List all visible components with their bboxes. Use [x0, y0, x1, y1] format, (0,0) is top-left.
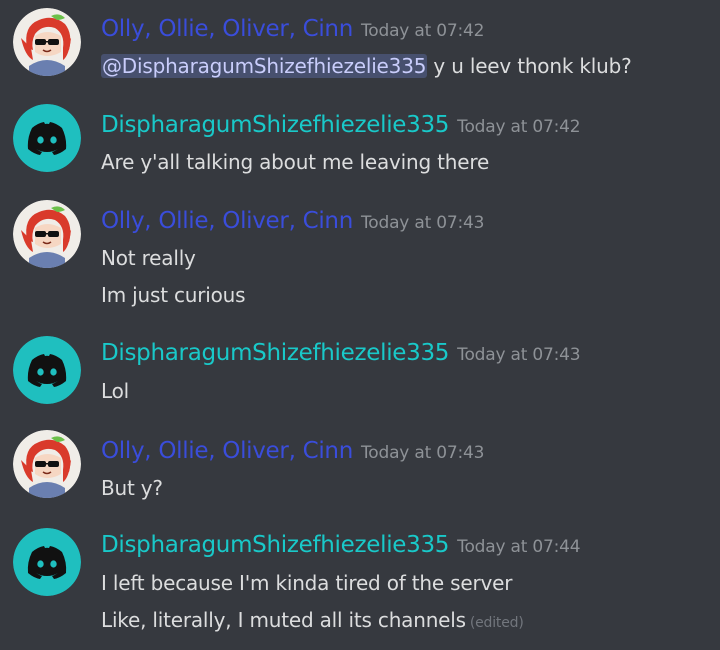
user-avatar[interactable]: [13, 104, 81, 172]
message-text: Not really: [101, 246, 196, 270]
discord-logo-avatar-icon: [13, 104, 81, 172]
message-timestamp[interactable]: Today at 07:42: [457, 117, 580, 137]
author-name[interactable]: Olly, Ollie, Oliver, Cinn: [101, 208, 353, 234]
message-header: DispharagumShizefhiezelie335 Today at 07:…: [101, 338, 581, 368]
message-timestamp[interactable]: Today at 07:42: [361, 21, 484, 41]
user-avatar[interactable]: [13, 430, 81, 498]
message-text: I left because I'm kinda tired of the se…: [101, 571, 513, 595]
message-header: Olly, Ollie, Oliver, Cinn Today at 07:43: [101, 436, 484, 466]
author-name[interactable]: DispharagumShizefhiezelie335: [101, 112, 449, 138]
discord-logo-avatar-icon: [13, 336, 81, 404]
discord-logo-avatar-icon: [13, 528, 81, 596]
message-text: @DispharagumShizefhiezelie335 y u leev t…: [101, 52, 632, 80]
message-header: Olly, Ollie, Oliver, Cinn Today at 07:43: [101, 206, 484, 236]
chat-message-list: Olly, Ollie, Oliver, Cinn Today at 07:42 …: [0, 0, 720, 650]
author-name[interactable]: Olly, Ollie, Oliver, Cinn: [101, 16, 353, 42]
user-mention[interactable]: @DispharagumShizefhiezelie335: [101, 54, 428, 78]
message-header: DispharagumShizefhiezelie335 Today at 07:…: [101, 530, 581, 560]
message-text-content: Like, literally, I muted all its channel…: [101, 608, 466, 632]
message-text: Im just curious: [101, 283, 246, 307]
anime-character-sunglasses-avatar-icon: [13, 8, 81, 76]
message-text: Are y'all talking about me leaving there: [101, 150, 490, 174]
message-text: Like, literally, I muted all its channel…: [101, 606, 524, 634]
user-avatar[interactable]: [13, 200, 81, 268]
author-name[interactable]: Olly, Ollie, Oliver, Cinn: [101, 438, 353, 464]
message-text-content: y u leev thonk klub?: [427, 54, 632, 78]
edited-label: (edited): [469, 615, 524, 631]
message-header: Olly, Ollie, Oliver, Cinn Today at 07:42: [101, 14, 484, 44]
message-timestamp[interactable]: Today at 07:43: [457, 345, 580, 365]
message-text: Lol: [101, 379, 129, 403]
author-name[interactable]: DispharagumShizefhiezelie335: [101, 532, 449, 558]
message-timestamp[interactable]: Today at 07:43: [361, 443, 484, 463]
anime-character-sunglasses-avatar-icon: [13, 430, 81, 498]
user-avatar[interactable]: [13, 528, 81, 596]
message-text: But y?: [101, 476, 163, 500]
author-name[interactable]: DispharagumShizefhiezelie335: [101, 340, 449, 366]
anime-character-sunglasses-avatar-icon: [13, 200, 81, 268]
message-timestamp[interactable]: Today at 07:44: [457, 537, 580, 557]
message-header: DispharagumShizefhiezelie335 Today at 07:…: [101, 110, 581, 140]
user-avatar[interactable]: [13, 8, 81, 76]
user-avatar[interactable]: [13, 336, 81, 404]
message-timestamp[interactable]: Today at 07:43: [361, 213, 484, 233]
